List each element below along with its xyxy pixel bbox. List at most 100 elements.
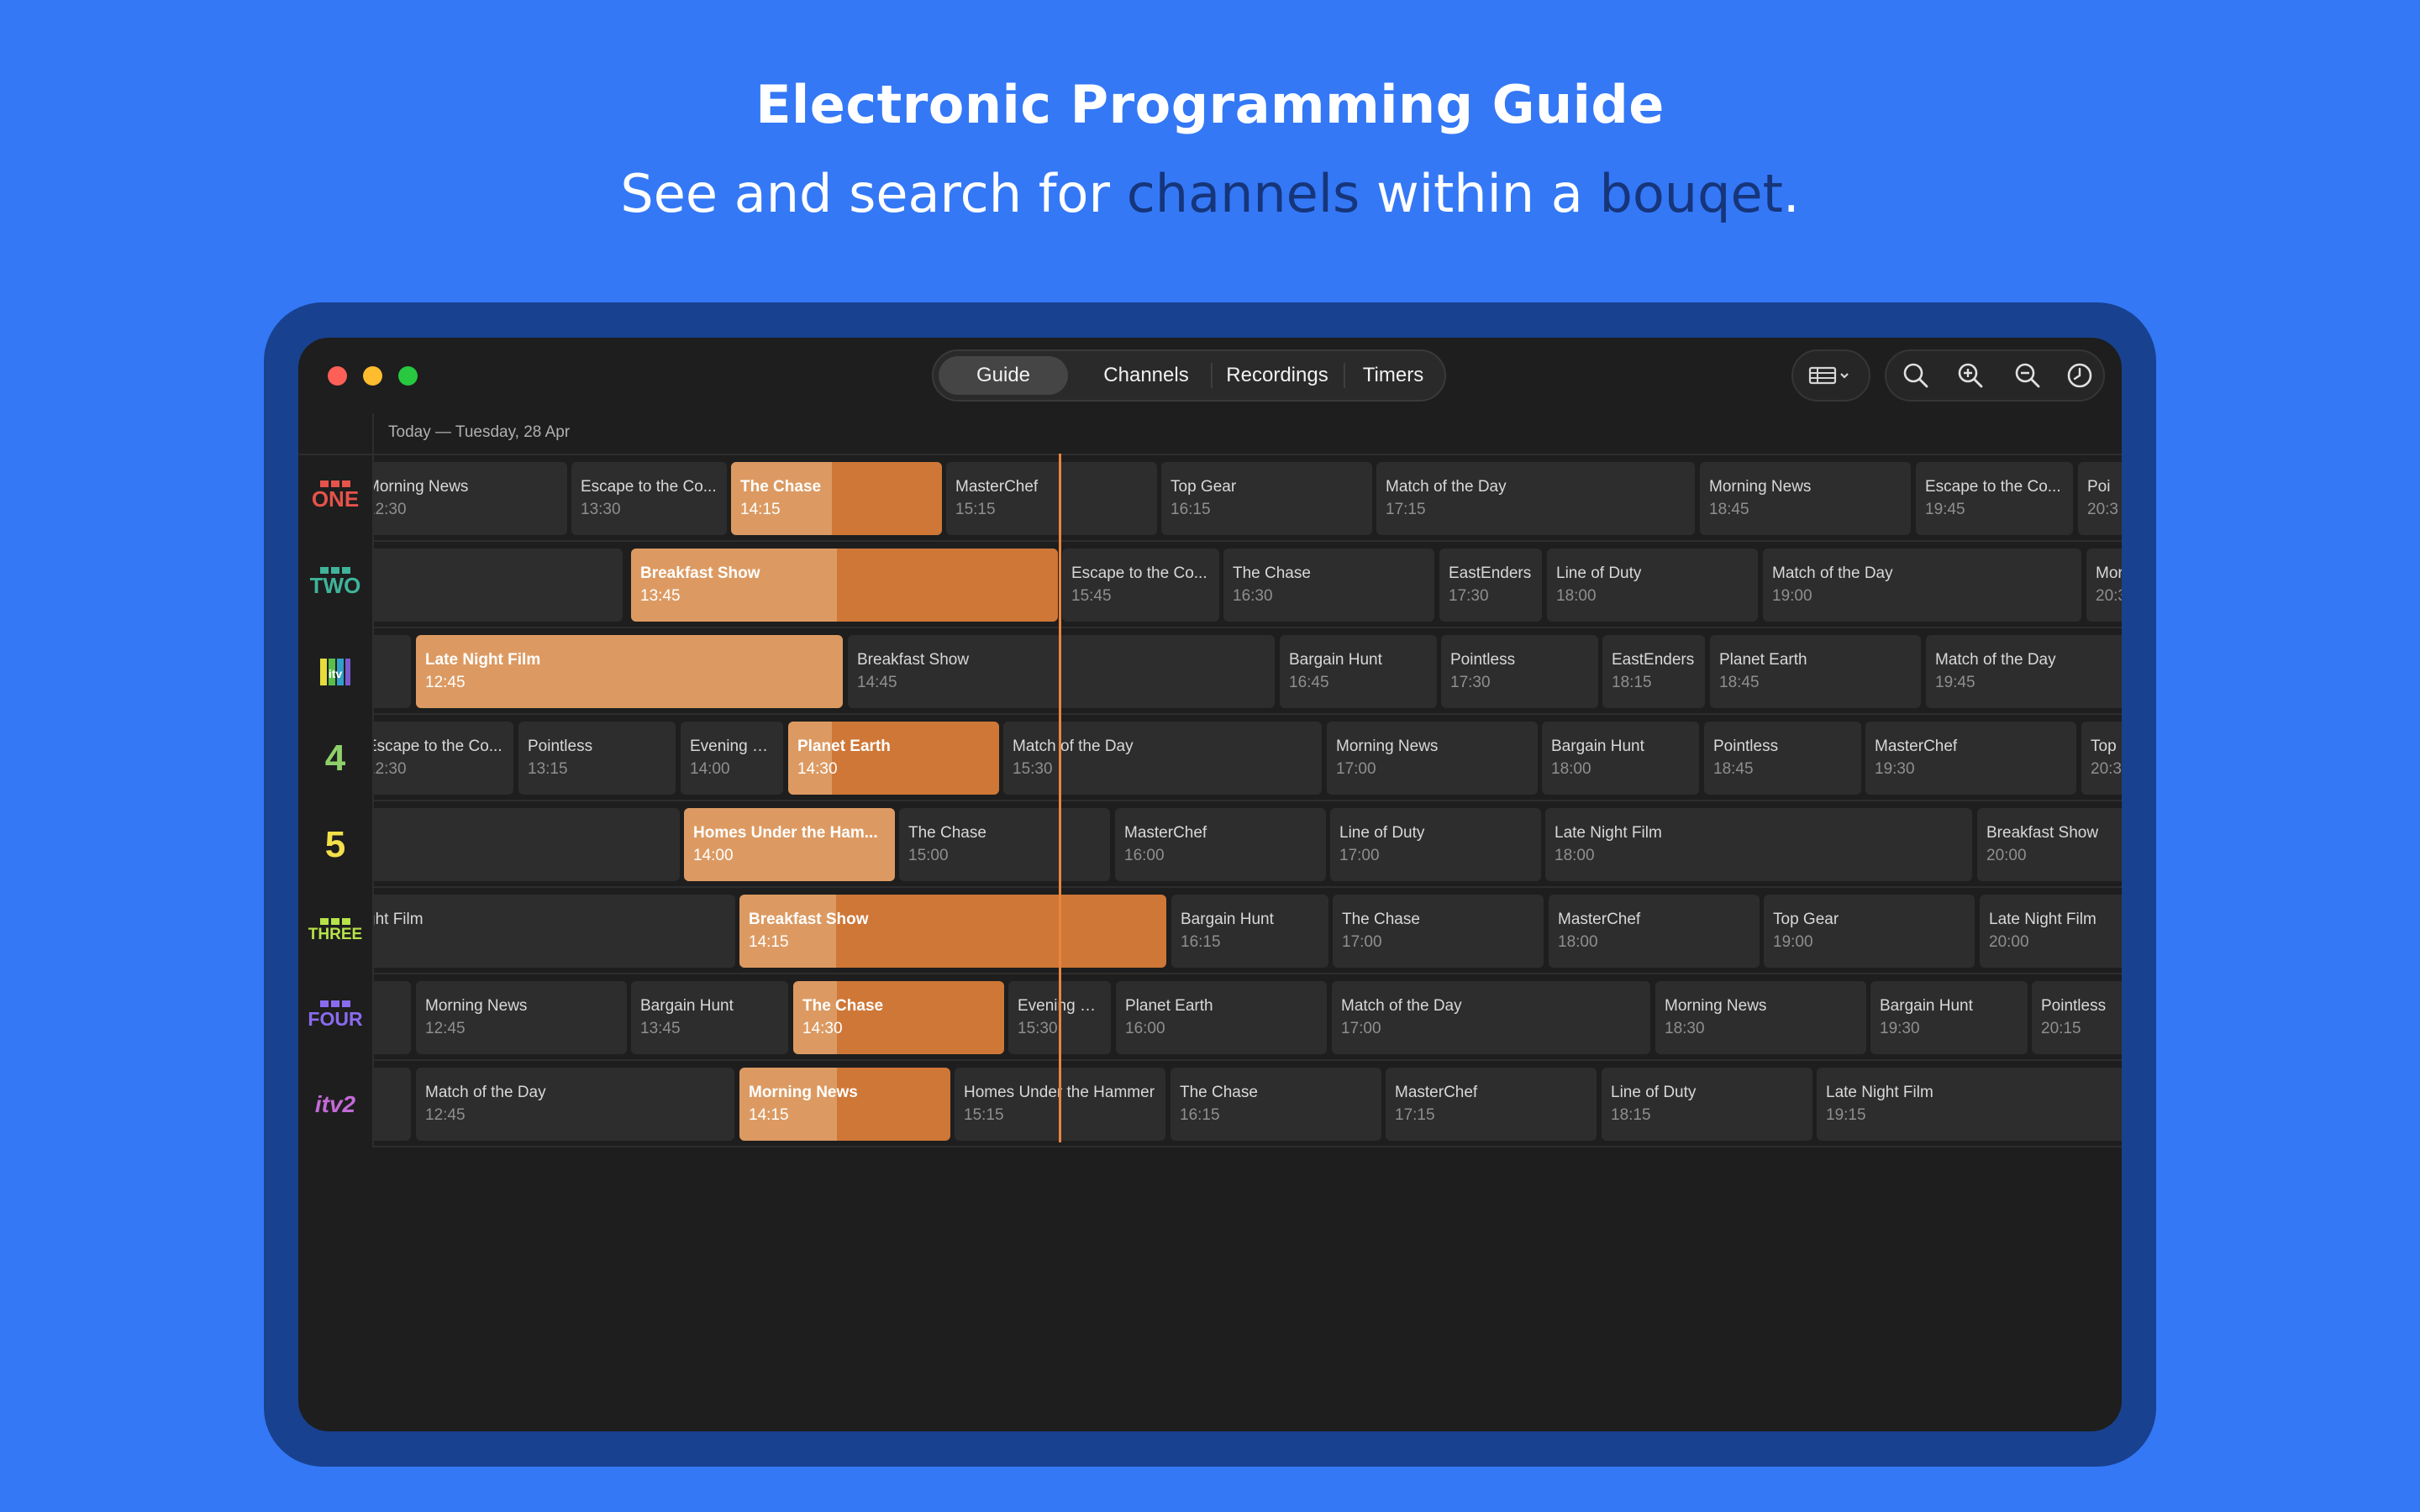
programme-cell[interactable]: Late Night Film 18:00 xyxy=(1545,808,1972,881)
programme-cell[interactable]: Poi 20:3 xyxy=(2078,462,2122,535)
minimize-window-button[interactable] xyxy=(363,366,382,386)
channel-5[interactable]: 5 xyxy=(298,801,374,888)
programme-cell[interactable]: Bargain Hunt 18:00 xyxy=(1542,722,1699,795)
programme-cell[interactable]: Breakfast Show 20:00 xyxy=(1977,808,2122,881)
programme-cell-live[interactable]: The Chase 14:30 xyxy=(793,981,1004,1054)
programme-cell[interactable]: Match of the Day 17:00 xyxy=(1332,981,1650,1054)
programme-cell[interactable]: Mor 20:3 xyxy=(2086,549,2122,622)
programme-cell[interactable]: Morning News 17:00 xyxy=(1327,722,1538,795)
programme-title: Escape to the Co... xyxy=(374,738,502,755)
programme-cell[interactable]: MasterChef 19:30 xyxy=(1865,722,2076,795)
programme-cell[interactable] xyxy=(374,1068,411,1141)
hero-subtitle-highlight: bouqet xyxy=(1599,163,1783,224)
zoom-window-button[interactable] xyxy=(398,366,418,386)
programme-cell[interactable] xyxy=(374,549,623,622)
programme-cell-live[interactable]: The Chase 14:15 xyxy=(731,462,942,535)
tab-timers[interactable]: Timers xyxy=(1345,356,1441,395)
programme-cell[interactable]: Bargain Hunt 19:30 xyxy=(1870,981,2028,1054)
programme-cell[interactable]: The Chase 16:15 xyxy=(1171,1068,1381,1141)
programme-cell[interactable]: Bargain Hunt 16:15 xyxy=(1171,895,1328,968)
programme-cell[interactable]: Line of Duty 17:00 xyxy=(1330,808,1541,881)
channel-bbc-two[interactable]: TWO xyxy=(298,542,374,628)
zoom-out-button[interactable] xyxy=(2012,360,2043,391)
programme-cell[interactable]: Late Night Film 20:00 xyxy=(1980,895,2122,968)
programme-cell[interactable]: Breakfast Show 14:45 xyxy=(848,635,1275,708)
programme-title: Morning News xyxy=(749,1084,858,1101)
zoom-in-button[interactable] xyxy=(1955,360,1986,391)
hero-subtitle: See and search for channels within a bou… xyxy=(0,163,2420,224)
channel-bbc-three[interactable]: THREE xyxy=(298,888,374,974)
programme-cell[interactable]: Morning News 18:45 xyxy=(1700,462,1911,535)
programme-cell[interactable]: The Chase 15:00 xyxy=(899,808,1110,881)
programme-cell[interactable]: Match of the Day 19:00 xyxy=(1763,549,2081,622)
programme-title: Top xyxy=(2091,738,2117,755)
programme-cell[interactable]: Bargain Hunt 16:45 xyxy=(1280,635,1437,708)
search-button[interactable] xyxy=(1901,360,1931,391)
programme-cell[interactable]: MasterChef 15:15 xyxy=(946,462,1157,535)
programme-cell-live[interactable]: Morning News 14:15 xyxy=(739,1068,950,1141)
programme-cell[interactable]: Match of the Day 19:45 xyxy=(1926,635,2122,708)
channel-bbc-one[interactable]: ONE xyxy=(298,455,374,542)
programme-cell[interactable]: MasterChef 16:00 xyxy=(1115,808,1326,881)
programme-cell[interactable] xyxy=(374,808,680,881)
programme-cell[interactable]: Line of Duty 18:00 xyxy=(1547,549,1758,622)
programme-title: Bargain Hunt xyxy=(1289,651,1382,669)
programme-cell-live[interactable]: Late Night Film 12:45 xyxy=(416,635,843,708)
programme-cell[interactable]: MasterChef 18:00 xyxy=(1549,895,1760,968)
programme-cell[interactable]: Escape to the Co... 13:30 xyxy=(571,462,727,535)
programme-cell[interactable] xyxy=(374,981,411,1054)
programme-cell[interactable]: MasterChef 17:15 xyxy=(1386,1068,1597,1141)
programme-cell-live[interactable]: Breakfast Show 14:15 xyxy=(739,895,1166,968)
programme-cell[interactable]: Escape to the Co... 12:30 xyxy=(374,722,513,795)
programme-cell[interactable]: Pointless 20:15 xyxy=(2032,981,2122,1054)
now-button[interactable] xyxy=(2065,360,2095,391)
programme-cell[interactable]: EastEnders 17:30 xyxy=(1439,549,1542,622)
channel-4[interactable]: 4 xyxy=(298,715,374,801)
programme-cell[interactable]: Escape to the Co... 15:45 xyxy=(1062,549,1219,622)
programme-title: ght Film xyxy=(374,911,424,928)
programme-start-time: 14:00 xyxy=(690,760,730,778)
programme-cell[interactable]: Pointless 17:30 xyxy=(1441,635,1598,708)
programme-title: Poi xyxy=(2087,478,2111,496)
programme-cell[interactable]: Match of the Day 12:45 xyxy=(416,1068,734,1141)
programme-cell[interactable]: Top Gear 16:15 xyxy=(1161,462,1372,535)
programme-start-time: 20:00 xyxy=(1989,933,2029,951)
programme-cell[interactable]: The Chase 17:00 xyxy=(1333,895,1544,968)
channel-itv[interactable]: itv xyxy=(298,628,374,715)
programme-start-time: 19:30 xyxy=(1880,1020,1920,1037)
programme-cell[interactable]: Top 20:3 xyxy=(2081,722,2122,795)
programme-cell[interactable]: Morning News 12:45 xyxy=(416,981,627,1054)
tab-recordings[interactable]: Recordings xyxy=(1213,356,1342,395)
channel-itv2[interactable]: itv2 xyxy=(298,1061,374,1147)
programme-cell[interactable]: Match of the Day 15:30 xyxy=(1003,722,1322,795)
programme-cell-live[interactable]: Homes Under the Ham... 14:00 xyxy=(684,808,895,881)
programme-cell[interactable]: Late Night Film 19:15 xyxy=(1817,1068,2122,1141)
tab-guide[interactable]: Guide xyxy=(939,356,1068,395)
programme-cell[interactable]: Escape to the Co... 19:45 xyxy=(1916,462,2073,535)
programme-cell[interactable]: EastEnders 18:15 xyxy=(1602,635,1705,708)
programme-cell[interactable]: Planet Earth 16:00 xyxy=(1116,981,1327,1054)
programme-title: MasterChef xyxy=(1875,738,1958,755)
programme-cell[interactable]: Match of the Day 17:15 xyxy=(1376,462,1695,535)
programme-cell[interactable]: Planet Earth 18:45 xyxy=(1710,635,1921,708)
programme-cell[interactable]: The Chase 16:30 xyxy=(1223,549,1434,622)
programme-cell[interactable]: Evening N... 14:00 xyxy=(681,722,783,795)
programme-cell-live[interactable]: Breakfast Show 13:45 xyxy=(631,549,1058,622)
programme-cell[interactable]: Pointless 13:15 xyxy=(518,722,676,795)
programme-cell[interactable]: ght Film xyxy=(374,895,735,968)
tab-channels[interactable]: Channels xyxy=(1081,356,1211,395)
close-window-button[interactable] xyxy=(328,366,347,386)
programme-cell[interactable]: Morning News 18:30 xyxy=(1655,981,1866,1054)
programme-cell[interactable]: Bargain Hunt 13:45 xyxy=(631,981,788,1054)
channel-bbc-four[interactable]: FOUR xyxy=(298,974,374,1061)
view-options-button[interactable] xyxy=(1807,360,1857,391)
programme-cell[interactable]: Line of Duty 18:15 xyxy=(1602,1068,1812,1141)
programme-cell[interactable]: Morning News 12:30 xyxy=(374,462,567,535)
programme-row: Escape to the Co...12:30 Pointless13:15 … xyxy=(374,715,2122,801)
programme-start-time: 20:15 xyxy=(2041,1020,2081,1037)
programme-row: Match of the Day 12:45 Morning News 14:15 … xyxy=(374,1061,2122,1147)
programme-cell[interactable]: Top Gear 19:00 xyxy=(1764,895,1975,968)
programme-cell-live[interactable]: Planet Earth 14:30 xyxy=(788,722,999,795)
programme-cell[interactable] xyxy=(374,635,411,708)
programme-cell[interactable]: Pointless 18:45 xyxy=(1704,722,1861,795)
